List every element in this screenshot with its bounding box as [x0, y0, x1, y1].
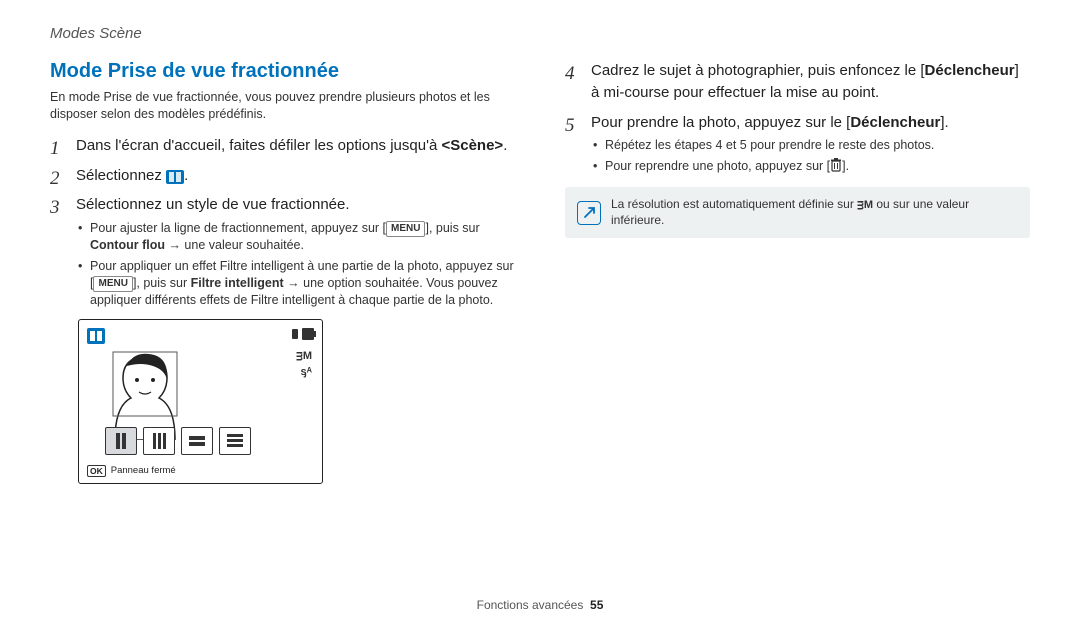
step-5-bullet-2: Pour reprendre une photo, appuyez sur []…	[591, 158, 1030, 175]
layout-options	[105, 427, 251, 455]
subject-preview	[105, 346, 185, 440]
card-icon	[292, 329, 298, 339]
info-note: La résolution est automatiquement défini…	[565, 187, 1030, 238]
step-4: Cadrez le sujet à photographier, puis en…	[565, 60, 1030, 104]
page-number: 55	[590, 598, 603, 612]
step-2-post: .	[184, 167, 188, 184]
battery-icon	[302, 328, 314, 340]
layout-2row-button[interactable]	[181, 427, 213, 455]
flash-indicator: ᶊᴬ	[301, 366, 312, 378]
step-1: Dans l'écran d'accueil, faites défiler l…	[50, 135, 515, 157]
step-2-text: Sélectionnez	[76, 167, 166, 184]
resolution-icon: ᴟM	[857, 198, 873, 212]
step-3-text: Sélectionnez un style de vue fractionnée…	[76, 196, 350, 213]
page-footer: Fonctions avancées 55	[0, 598, 1080, 612]
steps-list-left: Dans l'écran d'accueil, faites défiler l…	[50, 135, 515, 309]
layout-3row-button[interactable]	[219, 427, 251, 455]
step-5-bullets: Répétez les étapes 4 et 5 pour prendre l…	[591, 137, 1030, 175]
step-1-post: .	[503, 137, 507, 154]
info-note-text: La résolution est automatiquement défini…	[611, 197, 1018, 228]
manual-page: Modes Scène Mode Prise de vue fractionné…	[0, 0, 1080, 630]
breadcrumb: Modes Scène	[50, 25, 1030, 42]
layout-2col-button[interactable]	[105, 427, 137, 455]
two-column-layout: Mode Prise de vue fractionnée En mode Pr…	[50, 60, 1030, 484]
step-1-text: Dans l'écran d'accueil, faites défiler l…	[76, 137, 441, 154]
camera-footer: OK Panneau fermé	[87, 465, 176, 477]
camera-screen-illustration: ᴟM ᶊᴬ	[78, 319, 323, 484]
camera-footer-label: Panneau fermé	[111, 465, 176, 476]
step-3: Sélectionnez un style de vue fractionnée…	[50, 194, 515, 308]
step-3-bullet-2: Pour appliquer un effet Filtre intellige…	[76, 258, 515, 309]
split-shot-mode-icon	[166, 170, 184, 184]
right-column: Cadrez le sujet à photographier, puis en…	[565, 60, 1030, 484]
steps-list-right: Cadrez le sujet à photographier, puis en…	[565, 60, 1030, 175]
trash-icon	[830, 158, 842, 172]
menu-button-icon: MENU	[93, 276, 132, 292]
step-5-bullet-1: Répétez les étapes 4 et 5 pour prendre l…	[591, 137, 1030, 154]
left-column: Mode Prise de vue fractionnée En mode Pr…	[50, 60, 515, 484]
step-5: Pour prendre la photo, appuyez sur le [D…	[565, 112, 1030, 176]
step-3-bullet-1: Pour ajuster la ligne de fractionnement,…	[76, 220, 515, 254]
menu-button-icon: MENU	[386, 221, 425, 237]
step-3-bullets: Pour ajuster la ligne de fractionnement,…	[76, 220, 515, 309]
info-note-icon	[577, 201, 601, 225]
mode-badge-icon	[87, 328, 105, 344]
layout-3col-button[interactable]	[143, 427, 175, 455]
step-2: Sélectionnez .	[50, 165, 515, 187]
step-1-target: <Scène>	[441, 137, 503, 154]
section-title: Mode Prise de vue fractionnée	[50, 60, 515, 83]
section-intro: En mode Prise de vue fractionnée, vous p…	[50, 89, 515, 123]
ok-chip: OK	[87, 465, 106, 477]
status-icons	[292, 328, 314, 340]
footer-section: Fonctions avancées	[477, 598, 584, 612]
resolution-indicator: ᴟM	[296, 350, 312, 362]
